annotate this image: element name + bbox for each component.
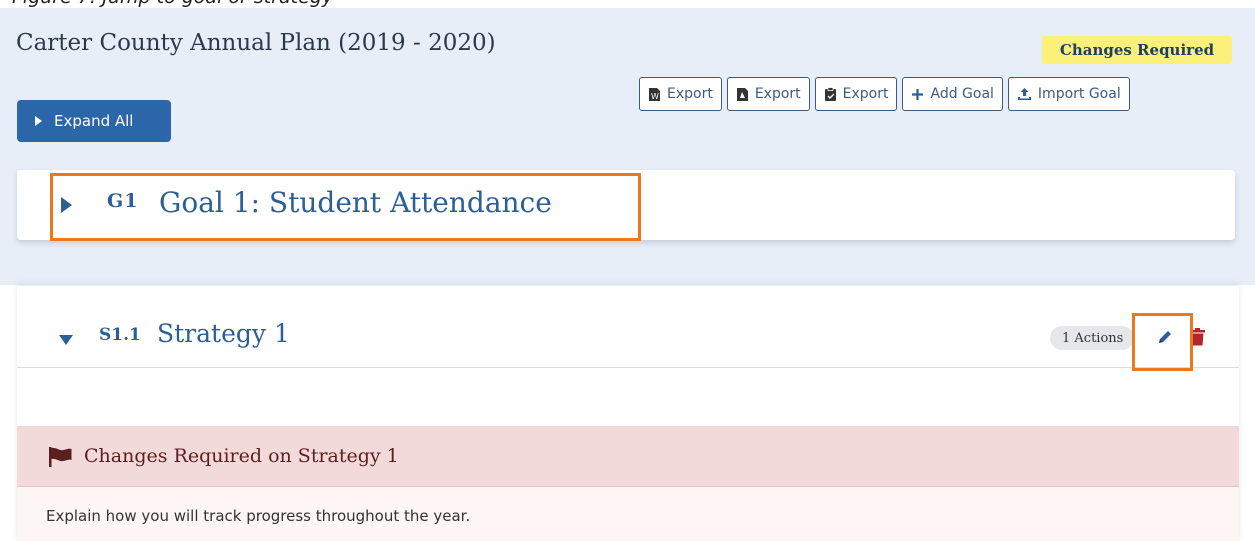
strategy-header[interactable]: S1.1 Strategy 1 1 Actions	[17, 286, 1239, 368]
caret-right-icon	[35, 112, 42, 130]
expand-all-button[interactable]: Expand All	[17, 100, 171, 142]
upload-icon	[1017, 87, 1032, 101]
flag-icon	[49, 447, 73, 472]
export-word-button[interactable]: W Export	[639, 77, 722, 111]
caret-right-icon[interactable]	[61, 194, 77, 216]
plan-panel: Carter County Annual Plan (2019 - 2020) …	[0, 8, 1255, 285]
export-word-label: Export	[667, 86, 713, 102]
actions-count-badge: 1 Actions	[1050, 326, 1134, 350]
goal-code: G1	[107, 190, 139, 212]
alert-text: Explain how you will track progress thro…	[46, 507, 471, 525]
pencil-icon[interactable]	[1156, 328, 1174, 351]
import-goal-label: Import Goal	[1037, 86, 1121, 102]
export-pdf-label: Export	[754, 86, 801, 102]
expand-all-label: Expand All	[54, 112, 134, 130]
strategy-title[interactable]: Strategy 1	[157, 319, 290, 348]
import-goal-button[interactable]: Import Goal	[1007, 77, 1130, 111]
trash-icon[interactable]	[1190, 328, 1205, 351]
caret-down-icon[interactable]	[59, 332, 73, 345]
goal-card[interactable]: G1 Goal 1: Student Attendance	[17, 170, 1235, 240]
export-clipboard-label: Export	[842, 86, 889, 102]
add-goal-button[interactable]: Add Goal	[902, 77, 1003, 111]
export-clipboard-button[interactable]: Export	[814, 77, 898, 111]
figure-caption: Figure 7: Jump to goal or strategy	[12, 0, 333, 8]
export-pdf-button[interactable]: Export	[726, 77, 810, 111]
alert-body: Explain how you will track progress thro…	[17, 487, 1239, 541]
goal-title[interactable]: Goal 1: Student Attendance	[159, 186, 552, 219]
alert-title: Changes Required on Strategy 1	[84, 445, 399, 467]
word-doc-icon: W	[648, 87, 661, 102]
strategy-card: S1.1 Strategy 1 1 Actions Changes Requir…	[17, 286, 1239, 541]
svg-text:W: W	[651, 92, 659, 101]
changes-required-alert: Changes Required on Strategy 1	[17, 426, 1239, 487]
strategy-code: S1.1	[99, 325, 141, 345]
clipboard-icon	[824, 86, 837, 102]
pdf-doc-icon	[736, 87, 749, 102]
add-goal-label: Add Goal	[930, 86, 994, 102]
status-badge: Changes Required	[1042, 36, 1232, 64]
toolbar: W Export Export Export Add Goal Import G…	[639, 77, 1130, 111]
plus-icon	[911, 88, 924, 101]
plan-title: Carter County Annual Plan (2019 - 2020)	[16, 30, 496, 56]
